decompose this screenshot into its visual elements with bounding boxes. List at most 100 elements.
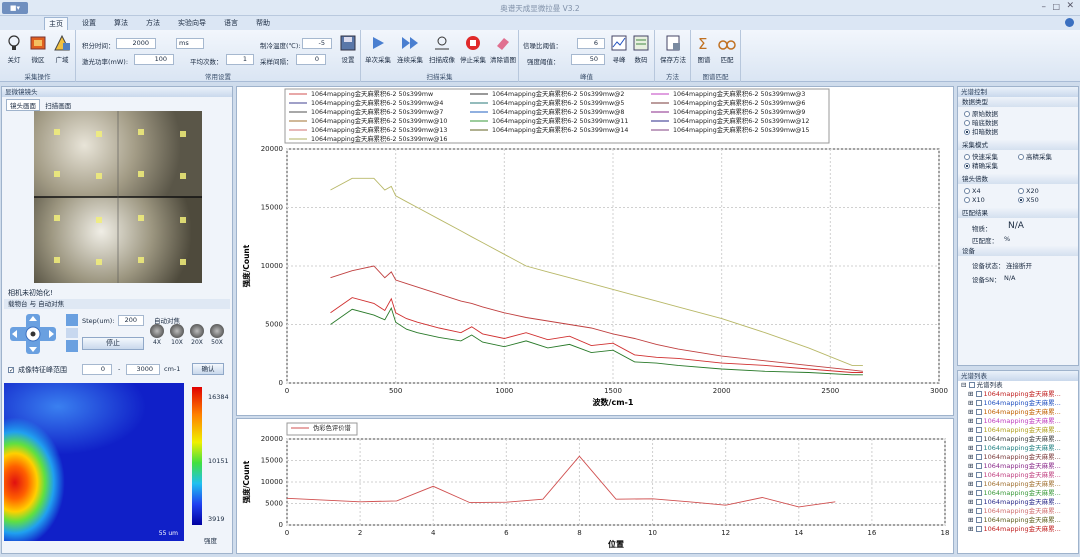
- radio-icon[interactable]: [964, 120, 970, 126]
- maximize-icon[interactable]: □: [1052, 2, 1060, 11]
- acq-mode-option-2[interactable]: 精确采集: [964, 162, 1018, 171]
- scan-imaging-button[interactable]: 扫描成像: [427, 34, 457, 64]
- acq-mode-option-0[interactable]: 快速采集: [964, 153, 1018, 162]
- single-acquire-button[interactable]: 单次采集: [363, 34, 393, 64]
- range-checkbox[interactable]: ✓: [8, 366, 14, 374]
- z-center-icon[interactable]: [66, 328, 78, 338]
- tab-language[interactable]: 语言: [220, 17, 242, 30]
- radio-icon[interactable]: [1018, 197, 1024, 203]
- checkbox-icon[interactable]: [975, 481, 982, 487]
- spectrum-list-item[interactable]: ⊞ 1064mapping金天麻累...: [968, 399, 1078, 408]
- range-from-input[interactable]: 0: [82, 364, 112, 375]
- micro-area-button[interactable]: 微区: [28, 34, 48, 64]
- radio-icon[interactable]: [964, 188, 970, 194]
- tab-home[interactable]: 主页: [44, 17, 68, 30]
- checkbox-icon[interactable]: [975, 427, 982, 433]
- range-to-input[interactable]: 3000: [126, 364, 160, 375]
- spectrum-list-item[interactable]: ⊞ 1064mapping金天麻累...: [968, 480, 1078, 489]
- mag-4x-button[interactable]: 4X: [148, 324, 166, 346]
- radio-icon[interactable]: [964, 154, 970, 160]
- avg-count-input[interactable]: 1: [226, 54, 254, 65]
- wide-field-button[interactable]: 广域: [52, 34, 72, 64]
- lens-option-2[interactable]: X10: [964, 196, 1018, 205]
- save-method-button[interactable]: 保存方法: [657, 34, 689, 64]
- spectrum-list-item[interactable]: ⊞ 1064mapping金天麻累...: [968, 489, 1078, 498]
- settings-button[interactable]: 设置: [338, 34, 358, 64]
- interval-input[interactable]: 0: [296, 54, 326, 65]
- snr-threshold-input[interactable]: 6: [577, 38, 605, 49]
- checkbox-icon[interactable]: [975, 526, 982, 532]
- z-axis-control[interactable]: [66, 314, 78, 352]
- checkbox-icon[interactable]: [975, 400, 982, 406]
- radio-icon[interactable]: [964, 111, 970, 117]
- tab-algorithm[interactable]: 算法: [110, 17, 132, 30]
- cooling-temp-input[interactable]: -5: [302, 38, 332, 49]
- minimize-icon[interactable]: –: [1042, 2, 1047, 12]
- data-type-option-2[interactable]: 扣暗数据: [964, 128, 1072, 137]
- checkbox-icon[interactable]: [975, 391, 982, 397]
- tab-help[interactable]: 帮助: [252, 17, 274, 30]
- match-button[interactable]: 匹配: [717, 34, 737, 64]
- time-unit-select[interactable]: ms: [176, 38, 204, 49]
- stop-acquire-button[interactable]: 停止采集: [458, 34, 488, 64]
- close-icon[interactable]: ✕: [1066, 1, 1074, 11]
- lens-option-3[interactable]: X50: [1018, 196, 1072, 205]
- checkbox-icon[interactable]: [975, 418, 982, 424]
- z-down-icon[interactable]: [66, 340, 78, 352]
- find-peak-button[interactable]: 寻峰: [609, 34, 629, 64]
- confirm-button[interactable]: 确认: [192, 363, 224, 375]
- tab-settings[interactable]: 设置: [78, 17, 100, 30]
- stop-button[interactable]: 停止: [82, 337, 144, 350]
- light-off-button[interactable]: 关灯: [4, 34, 24, 64]
- lens-option-1[interactable]: X20: [1018, 187, 1072, 196]
- mag-20x-button[interactable]: 20X: [188, 324, 206, 346]
- data-type-option-1[interactable]: 暗底数据: [964, 119, 1072, 128]
- radio-icon[interactable]: [1018, 154, 1024, 160]
- help-icon[interactable]: [1065, 18, 1074, 27]
- mag-10x-button[interactable]: 10X: [168, 324, 186, 346]
- step-input[interactable]: 200: [118, 315, 144, 326]
- checkbox-icon[interactable]: [975, 472, 982, 478]
- spectrum-library-button[interactable]: Σ 图谱: [694, 34, 714, 64]
- data-type-option-0[interactable]: 原始数据: [964, 110, 1072, 119]
- tab-camera-view[interactable]: 镜头画面: [6, 99, 40, 111]
- clear-spectrum-button[interactable]: 清除谱图: [488, 34, 518, 64]
- lens-option-0[interactable]: X4: [964, 187, 1018, 196]
- spectrum-list-item[interactable]: ⊞ 1064mapping金天麻累...: [968, 507, 1078, 516]
- radio-icon[interactable]: [964, 163, 970, 169]
- spectrum-list-item[interactable]: ⊞ 1064mapping金天麻累...: [968, 453, 1078, 462]
- checkbox-icon[interactable]: [975, 508, 982, 514]
- data-button[interactable]: 数码: [631, 34, 651, 64]
- spectrum-list-item[interactable]: ⊞ 1064mapping金天麻累...: [968, 516, 1078, 525]
- radio-icon[interactable]: [964, 197, 970, 203]
- spectrum-list-item[interactable]: ⊞ 1064mapping金天麻累...: [968, 444, 1078, 453]
- continuous-acquire-button[interactable]: 连续采集: [395, 34, 425, 64]
- spectrum-list-item[interactable]: ⊞ 1064mapping金天麻累...: [968, 462, 1078, 471]
- spectrum-list-item[interactable]: ⊞ 1064mapping金天麻累...: [968, 471, 1078, 480]
- checkbox-icon[interactable]: [975, 409, 982, 415]
- stage-joystick[interactable]: [10, 314, 56, 354]
- checkbox-icon[interactable]: [975, 499, 982, 505]
- checkbox-icon[interactable]: [975, 463, 982, 469]
- radio-icon[interactable]: [1018, 188, 1024, 194]
- mag-50x-button[interactable]: 50X: [208, 324, 226, 346]
- spectrum-list-item[interactable]: ⊞ 1064mapping金天麻累...: [968, 390, 1078, 399]
- radio-icon[interactable]: [964, 129, 970, 135]
- spectrum-list-item[interactable]: ⊞ 1064mapping金天麻累...: [968, 435, 1078, 444]
- tab-wizard[interactable]: 实验向导: [174, 17, 210, 30]
- integration-time-input[interactable]: 2000: [116, 38, 156, 49]
- checkbox-icon[interactable]: [975, 436, 982, 442]
- laser-power-input[interactable]: 100: [134, 54, 174, 65]
- tab-scan-view[interactable]: 扫描画面: [42, 100, 74, 110]
- spectrum-list-item[interactable]: ⊞ 1064mapping金天麻累...: [968, 426, 1078, 435]
- z-up-icon[interactable]: [66, 314, 78, 326]
- checkbox-icon[interactable]: [975, 454, 982, 460]
- checkbox-icon[interactable]: [975, 517, 982, 523]
- tab-method[interactable]: 方法: [142, 17, 164, 30]
- checkbox-icon[interactable]: [975, 445, 982, 451]
- acq-mode-option-1[interactable]: 高精采集: [1018, 153, 1072, 162]
- spectrum-list-item[interactable]: ⊞ 1064mapping金天麻累...: [968, 525, 1078, 534]
- intensity-threshold-input[interactable]: 50: [571, 54, 605, 65]
- checkbox-icon[interactable]: [975, 490, 982, 496]
- spectrum-list-item[interactable]: ⊞ 1064mapping金天麻累...: [968, 498, 1078, 507]
